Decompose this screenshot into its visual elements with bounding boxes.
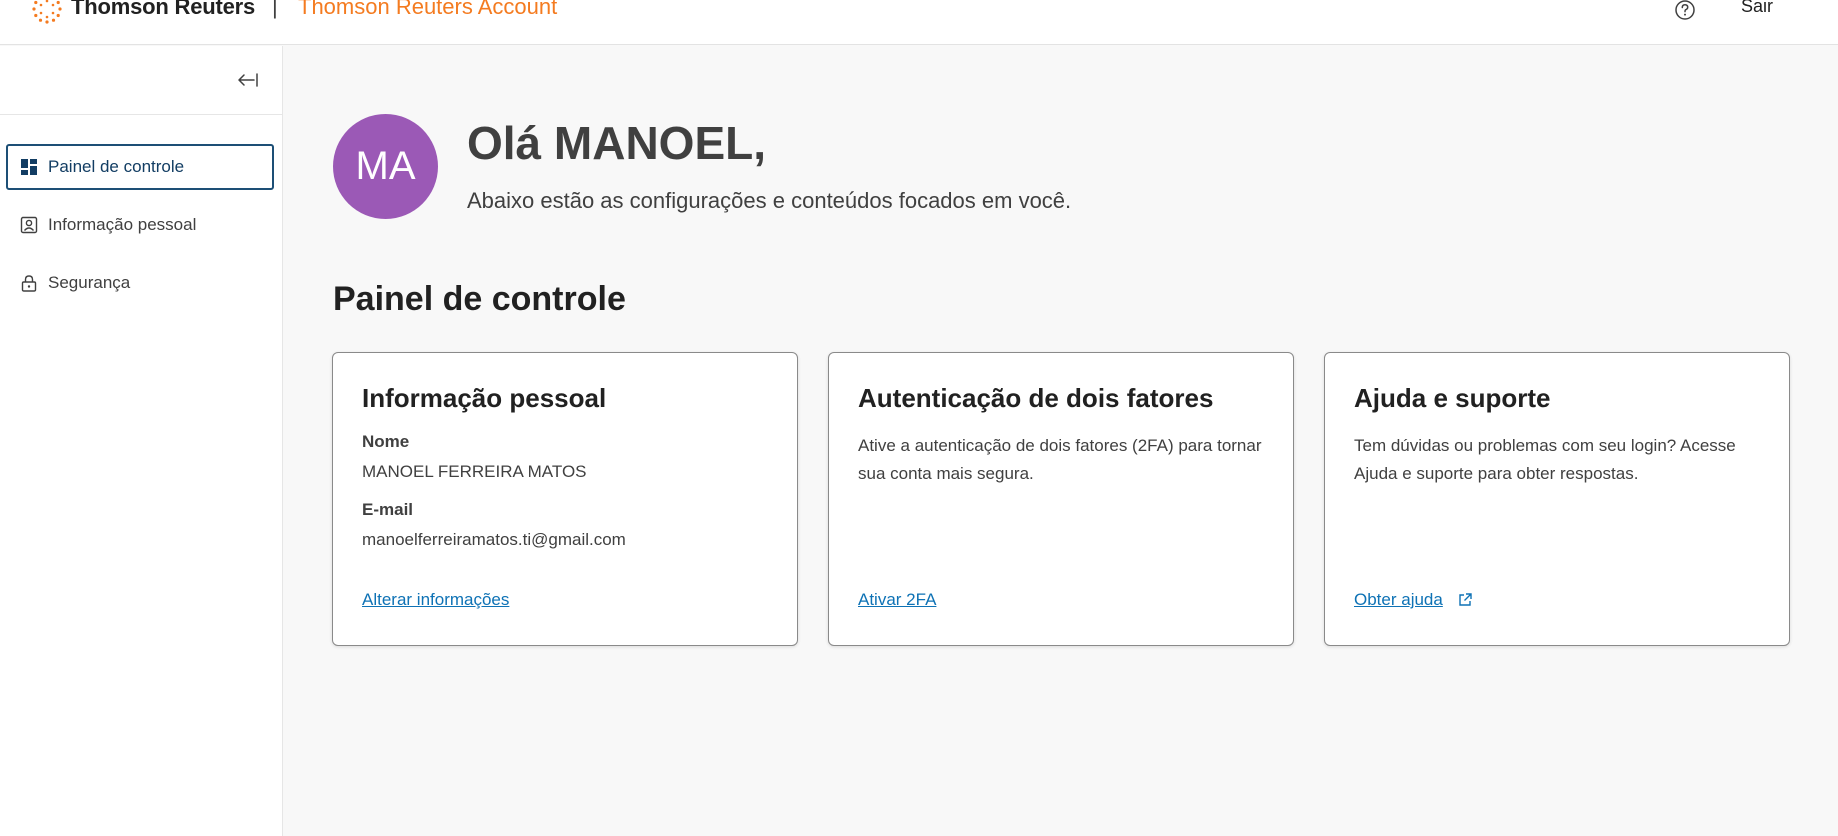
name-label: Nome [362, 432, 410, 451]
person-card-icon [20, 216, 38, 234]
greeting-title: Olá MANOEL, [467, 117, 767, 169]
external-link-icon [1459, 593, 1472, 606]
enable-2fa-link[interactable]: Ativar 2FA [858, 590, 936, 610]
sidebar: Painel de controle Informação pessoal Se… [0, 46, 283, 836]
sidebar-item-informacao-pessoal[interactable]: Informação pessoal [6, 202, 274, 248]
card-title: Informação pessoal [362, 383, 607, 413]
thomson-reuters-logo-icon [32, 0, 62, 24]
collapse-left-icon[interactable] [236, 68, 262, 92]
personal-info-card: Informação pessoal Nome MANOEL FERREIRA … [332, 352, 798, 646]
greeting-subtitle: Abaixo estão as configurações e conteúdo… [467, 188, 1072, 213]
help-support-card: Ajuda e suporte Tem dúvidas ou problemas… [1324, 352, 1790, 646]
get-help-link-label: Obter ajuda [1354, 590, 1443, 609]
lock-icon [21, 275, 37, 292]
email-value: manoelferreiramatos.ti@gmail.com [362, 530, 626, 549]
dashboard-icon [21, 159, 37, 175]
email-label: E-mail [362, 500, 414, 519]
sidebar-item-label: Painel de controle [48, 157, 185, 176]
brand-name: Thomson Reuters [71, 0, 256, 19]
top-header: Thomson Reuters | Thomson Reuters Accoun… [0, 0, 1838, 45]
avatar: MA [333, 114, 438, 219]
sidebar-item-painel-de-controle[interactable]: Painel de controle [6, 144, 274, 190]
card-description: Ative a autenticação de dois fatores (2F… [858, 436, 1262, 483]
brand-separator: | [272, 0, 278, 19]
page-title: Painel de controle [333, 280, 626, 318]
sidebar-item-label: Informação pessoal [48, 215, 197, 234]
card-title: Ajuda e suporte [1354, 383, 1551, 413]
card-description: Tem dúvidas ou problemas com seu login? … [1354, 436, 1736, 483]
sidebar-item-label: Segurança [48, 273, 131, 292]
question-circle-icon[interactable] [1674, 0, 1696, 21]
sidebar-top [0, 46, 282, 115]
product-name: Thomson Reuters Account [298, 0, 558, 19]
get-help-link[interactable]: Obter ajuda [1354, 590, 1473, 610]
sidebar-item-seguranca[interactable]: Segurança [6, 260, 274, 306]
card-title: Autenticação de dois fatores [858, 383, 1214, 413]
logout-button[interactable]: Sair [1741, 0, 1773, 17]
name-value: MANOEL FERREIRA MATOS [362, 462, 587, 481]
two-factor-card: Autenticação de dois fatores Ative a aut… [828, 352, 1294, 646]
edit-info-link[interactable]: Alterar informações [362, 590, 509, 610]
